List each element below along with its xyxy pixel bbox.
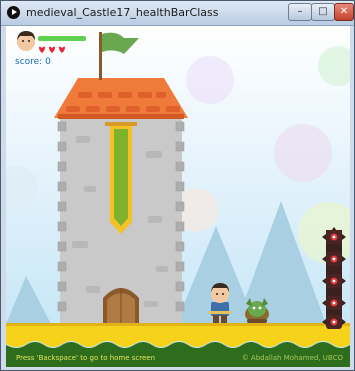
heart-icon	[59, 46, 65, 53]
window-title: medieval_Castle17_healthBarClass	[26, 6, 219, 19]
close-button[interactable]: ✕	[334, 3, 354, 21]
author-credit: © Abdallah Mohamed, UBCO	[241, 354, 343, 362]
heart-icon	[39, 46, 45, 53]
app-icon	[7, 6, 20, 19]
spike-block	[322, 296, 346, 310]
maximize-button[interactable]: □	[311, 3, 335, 21]
spike-block	[322, 315, 346, 329]
game-window: medieval_Castle17_healthBarClass – □ ✕ s…	[0, 0, 355, 371]
minimize-button[interactable]: –	[288, 3, 312, 21]
spike-block	[322, 227, 346, 244]
score-label: score: 0	[15, 57, 51, 67]
lives-hearts	[39, 46, 65, 53]
game-canvas[interactable]: score: 0 Press 'Backspace' to go to home…	[6, 26, 350, 367]
spike-blocks	[322, 227, 346, 329]
home-screen-hint: Press 'Backspace' to go to home screen	[16, 354, 156, 362]
spike-block	[322, 252, 346, 266]
health-bar-fill	[38, 36, 86, 41]
heart-icon	[49, 46, 55, 53]
player-avatar-icon	[17, 31, 35, 51]
title-bar[interactable]: medieval_Castle17_healthBarClass – □ ✕	[1, 1, 354, 26]
spike-block	[322, 274, 346, 288]
hud-panel	[17, 31, 86, 53]
